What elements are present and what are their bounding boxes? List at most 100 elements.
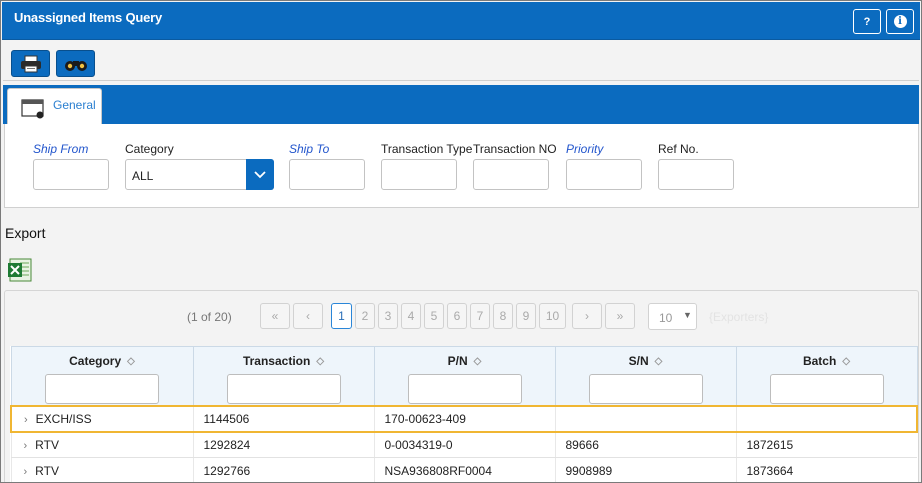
transaction-no-input[interactable]: [473, 159, 549, 190]
priority-label[interactable]: Priority: [566, 142, 642, 157]
tab-general-label: General: [53, 98, 96, 112]
category-column-filter[interactable]: [45, 374, 159, 404]
cell-category: › RTV: [10, 457, 193, 482]
cell-pn: NSA936808RF0004: [373, 457, 555, 482]
column-header-pn[interactable]: P/N ◇: [373, 346, 556, 406]
page-button-6[interactable]: 6: [447, 303, 467, 329]
sort-icon[interactable]: ◇: [842, 356, 850, 367]
cell-transaction: 1292824: [192, 431, 374, 458]
exporters-placeholder: {Exporters}: [709, 310, 769, 324]
priority-field: Priority: [566, 142, 642, 190]
transaction-column-filter[interactable]: [226, 374, 341, 404]
table-row[interactable]: › RTV 1292766 NSA936808RF0004 9908989 187…: [10, 457, 917, 482]
prev-page-icon: ‹: [306, 309, 310, 323]
page-number: 1: [338, 309, 345, 323]
column-header-category[interactable]: Category ◇: [10, 346, 194, 406]
expand-row-icon[interactable]: ›: [24, 414, 28, 426]
ref-no-input[interactable]: [658, 159, 734, 190]
page-button-9[interactable]: 9: [516, 303, 536, 329]
cell-text: EXCH/ISS: [35, 411, 92, 426]
results-table: Category ◇ Transaction ◇ P/N ◇ S/N ◇ Bat…: [10, 346, 918, 482]
column-header-batch[interactable]: Batch ◇: [735, 346, 918, 406]
export-excel-button[interactable]: [7, 257, 33, 283]
ref-no-field: Ref No.: [658, 142, 734, 190]
page-number: 5: [430, 309, 438, 323]
page-button-1[interactable]: 1: [331, 303, 352, 329]
ship-from-label[interactable]: Ship From: [33, 142, 109, 157]
table-header-row: Category ◇ Transaction ◇ P/N ◇ S/N ◇ Bat…: [10, 346, 918, 406]
page-number: 2: [361, 309, 369, 323]
table-row[interactable]: › EXCH/ISS 1144506 170-00623-409: [10, 404, 918, 433]
category-dropdown-button[interactable]: [246, 159, 274, 190]
export-heading: Export: [5, 225, 46, 241]
page-button-10[interactable]: 10: [539, 303, 566, 329]
expand-row-icon[interactable]: ›: [24, 466, 28, 478]
info-button[interactable]: i: [886, 9, 914, 34]
page-number: 8: [499, 309, 507, 323]
last-page-icon: »: [616, 309, 624, 323]
transaction-type-label: Transaction Type: [381, 142, 473, 156]
sn-column-filter[interactable]: [588, 374, 703, 404]
page-number: 6: [453, 309, 461, 323]
ship-to-field: Ship To: [289, 142, 365, 190]
ship-from-input[interactable]: [33, 159, 109, 190]
filter-panel: Ship From Category ALL Ship To Transacti…: [4, 124, 919, 208]
cell-text: RTV: [35, 463, 59, 478]
rows-per-page-select[interactable]: 10 ▼: [648, 303, 697, 330]
page-button-4[interactable]: 4: [401, 303, 421, 329]
cell-category: › EXCH/ISS: [10, 404, 193, 433]
first-page-button[interactable]: «: [260, 303, 290, 329]
page-button-5[interactable]: 5: [424, 303, 444, 329]
page-number: 9: [522, 309, 530, 323]
page-button-7[interactable]: 7: [470, 303, 490, 329]
batch-column-filter[interactable]: [769, 374, 884, 404]
page-number: 3: [384, 309, 392, 323]
cell-transaction: 1292766: [192, 457, 374, 482]
ship-from-field: Ship From: [33, 142, 109, 190]
category-label: Category: [125, 142, 174, 156]
sort-icon[interactable]: ◇: [127, 356, 135, 367]
transaction-no-field: Transaction NO: [473, 142, 557, 190]
column-header-transaction[interactable]: Transaction ◇: [192, 346, 375, 406]
ship-to-input[interactable]: [289, 159, 365, 190]
column-header-sn[interactable]: S/N ◇: [554, 346, 737, 406]
window-icon: [21, 99, 44, 119]
find-button[interactable]: [56, 50, 95, 77]
last-page-button[interactable]: »: [605, 303, 635, 329]
next-page-button[interactable]: ›: [572, 303, 602, 329]
cell-batch: [735, 404, 918, 433]
cell-sn: [554, 404, 736, 433]
priority-input[interactable]: [566, 159, 642, 190]
expand-row-icon[interactable]: ›: [24, 440, 28, 452]
excel-icon: [8, 258, 32, 282]
help-button[interactable]: ?: [853, 9, 881, 34]
pn-column-filter[interactable]: [407, 374, 522, 404]
prev-page-button[interactable]: ‹: [293, 303, 323, 329]
column-label: Batch: [802, 354, 837, 368]
cell-batch: 1872615: [735, 431, 917, 458]
page-button-2[interactable]: 2: [355, 303, 375, 329]
table-row[interactable]: › RTV 1292824 0-0034319-0 89666 1872615: [10, 431, 917, 458]
cell-sn: 89666: [554, 431, 736, 458]
sort-icon[interactable]: ◇: [655, 356, 663, 367]
cell-pn: 170-00623-409: [373, 404, 555, 433]
column-label: P/N: [447, 354, 468, 368]
print-button[interactable]: [11, 50, 50, 77]
page-number: 7: [476, 309, 484, 323]
column-label: Transaction: [242, 354, 311, 368]
transaction-type-input[interactable]: [381, 159, 457, 190]
app-window: Unassigned Items Query ? i General Ship …: [0, 0, 922, 483]
page-button-3[interactable]: 3: [378, 303, 398, 329]
cell-batch: 1873664: [735, 457, 917, 482]
ship-to-label[interactable]: Ship To: [289, 142, 365, 157]
sort-icon[interactable]: ◇: [316, 356, 324, 367]
category-select[interactable]: ALL: [125, 159, 274, 190]
sort-icon[interactable]: ◇: [474, 356, 482, 367]
binoculars-icon: [64, 60, 87, 71]
caret-down-icon: ▼: [683, 310, 692, 320]
results-panel: (1 of 20) « ‹ 1 2 3 4 5 6 7 8 9 10 › » 1…: [4, 290, 919, 482]
page-button-8[interactable]: 8: [493, 303, 513, 329]
window-title: Unassigned Items Query: [14, 10, 163, 25]
cell-sn: 9908989: [554, 457, 736, 482]
tab-general[interactable]: General: [7, 88, 102, 124]
